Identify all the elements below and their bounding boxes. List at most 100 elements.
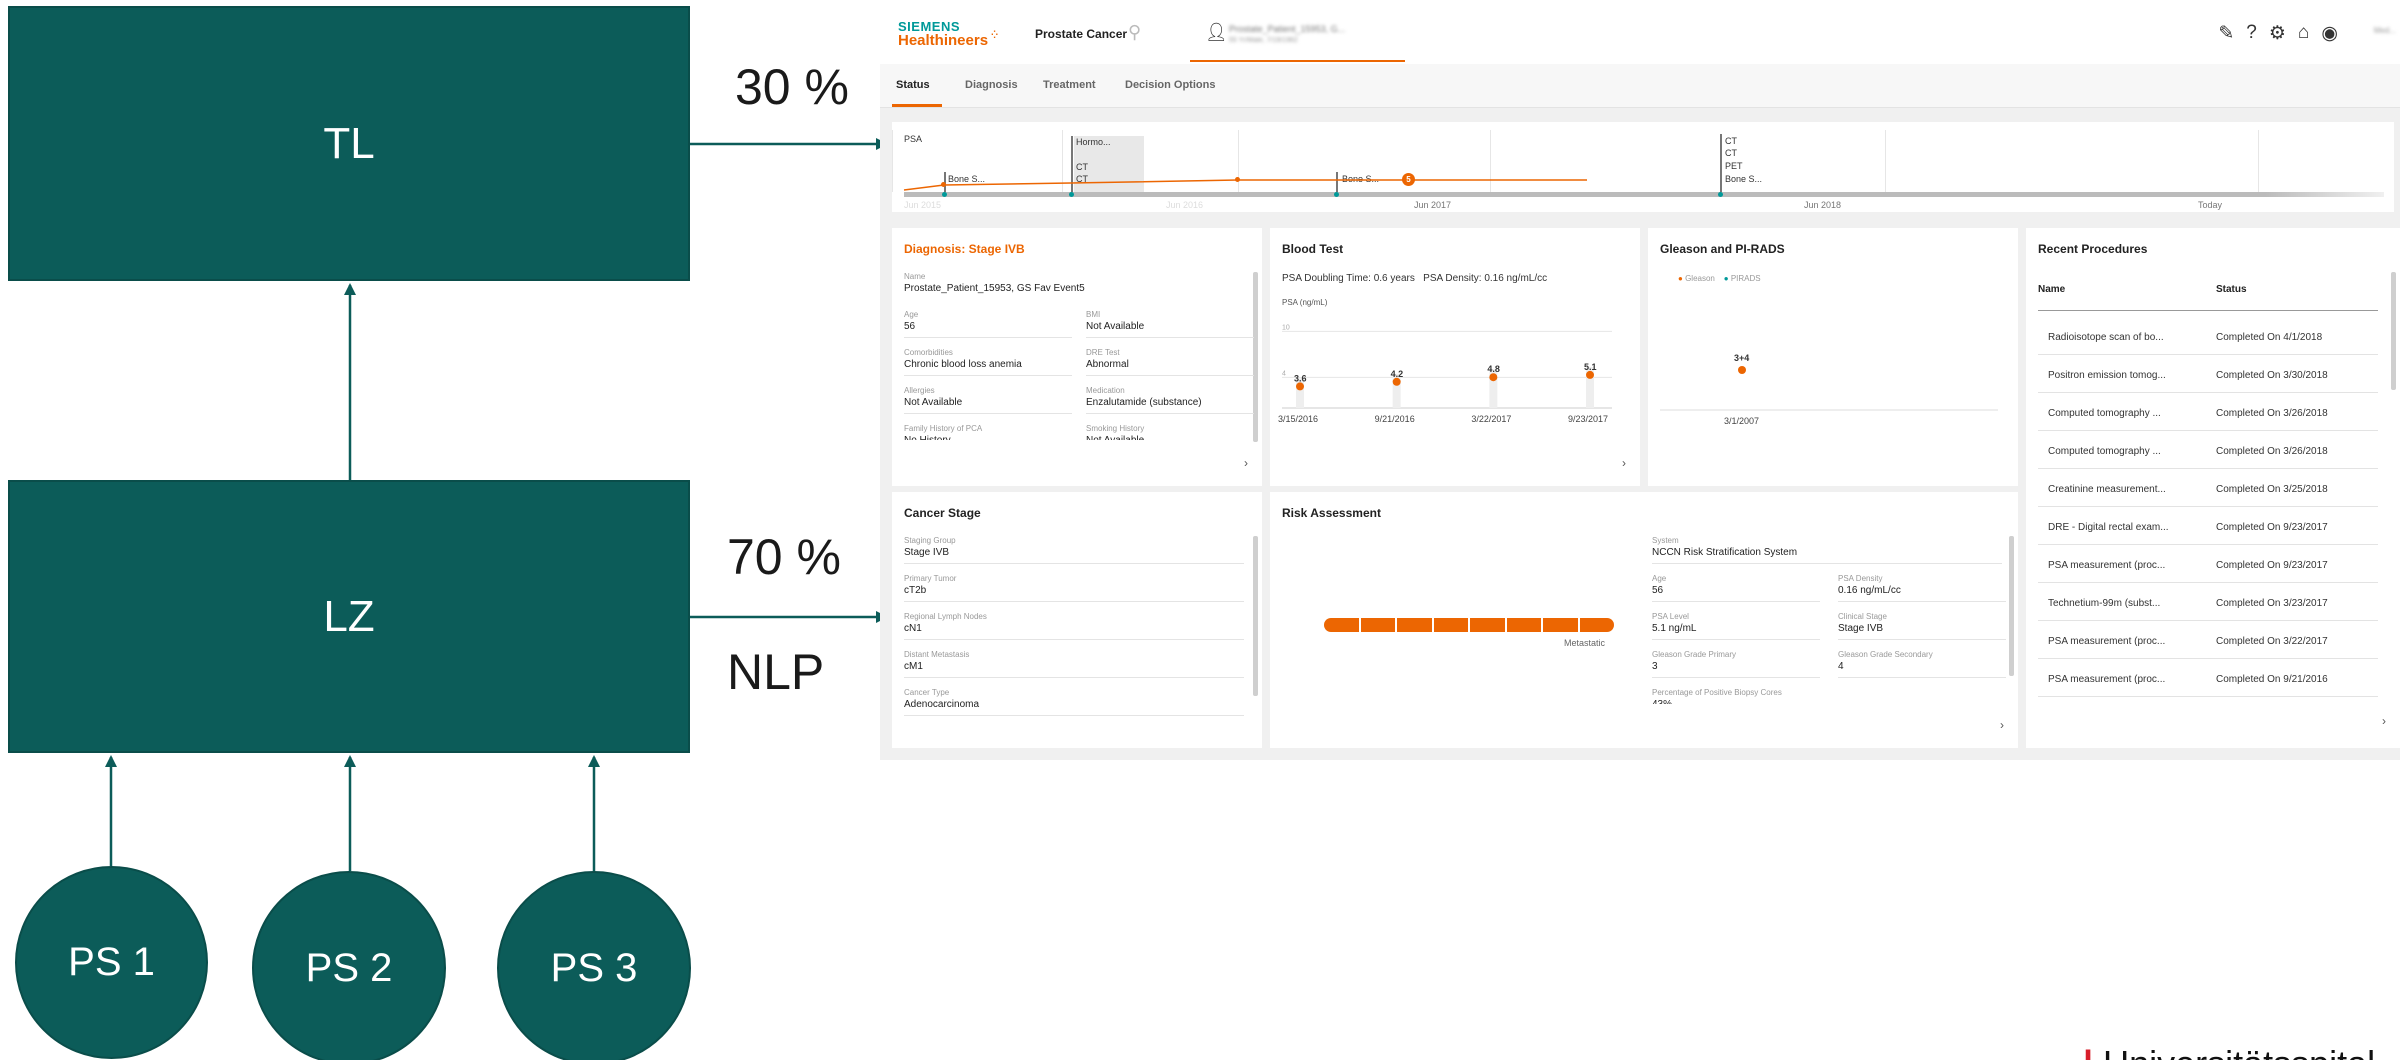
field-value: 3 (1652, 661, 1658, 672)
patient-timeline[interactable]: PSA Bone S... Hormo... CT CT Bone S... C… (892, 122, 2394, 212)
lz-box-label: LZ (323, 591, 375, 641)
top-bar: SIEMENS Healthineers ·:· Prostate Cancer… (880, 0, 2400, 64)
tab-status[interactable]: Status (896, 79, 930, 91)
risk-bar[interactable] (1324, 618, 1614, 632)
edit-icon[interactable]: ✎ (2218, 22, 2234, 45)
table-row[interactable]: PSA measurement (proc... Completed On 9/2… (2026, 552, 2400, 583)
patient-person-icon: 👤︎ (1205, 22, 1228, 42)
procedure-name: Technetium-99m (subst... (2048, 598, 2161, 609)
field-value: Stage IVB (904, 547, 950, 558)
user-avatar-icon[interactable]: ◉ (2321, 22, 2338, 45)
table-row[interactable]: PSA measurement (proc... Completed On 3/2… (2026, 628, 2400, 659)
tab-decision-options[interactable]: Decision Options (1125, 79, 1215, 91)
table-row[interactable]: PSA measurement (proc... Completed On 9/2… (2026, 666, 2400, 697)
field-label: Family History of PCA (904, 424, 983, 433)
active-tab-underline (892, 104, 942, 107)
field-label: Percentage of Positive Biopsy Cores (1652, 688, 1782, 697)
blood-test-more-chevron-icon[interactable]: › (1622, 456, 1626, 470)
field-divider (904, 601, 1244, 602)
risk-title: Risk Assessment (1282, 506, 1381, 520)
psa-count-badge[interactable]: 5 (1402, 173, 1415, 186)
psa-point[interactable] (941, 182, 946, 187)
field-label: Age (1652, 574, 1667, 583)
field: Allergies Not Available (904, 386, 1072, 414)
field-value: Enzalutamide (substance) (1086, 397, 1202, 408)
psa-point[interactable] (1235, 177, 1240, 182)
field-label: Distant Metastasis (904, 650, 970, 659)
field-value: NCCN Risk Stratification System (1652, 547, 1798, 558)
field-label: Regional Lymph Nodes (904, 612, 987, 621)
table-row[interactable]: Creatinine measurement... Completed On 3/… (2026, 476, 2400, 507)
risk-bar-segment (1433, 618, 1468, 632)
scrollbar[interactable] (2009, 536, 2014, 676)
app-name: Prostate Cancer (1035, 27, 1128, 41)
home-icon[interactable]: ⌂ (2298, 22, 2309, 45)
field-divider (1086, 375, 1254, 376)
procedure-status: Completed On 3/23/2017 (2216, 598, 2328, 609)
usz-mark-icon: ⸜ | (2055, 1043, 2093, 1060)
procedures-more-chevron-icon[interactable]: › (2382, 714, 2386, 728)
diagnosis-more-chevron-icon[interactable]: › (1244, 456, 1248, 470)
ps3-circle: PS 3 (497, 871, 691, 1060)
field-divider (1086, 413, 1254, 414)
settings-gear-icon[interactable]: ⚙ (2269, 22, 2286, 45)
field: Age 56 (1652, 574, 1820, 602)
tab-bar: Status Diagnosis Treatment Decision Opti… (880, 64, 2400, 108)
risk-more-chevron-icon[interactable]: › (2000, 718, 2004, 732)
procedures-header-status[interactable]: Status (2216, 284, 2247, 295)
tl-share-label: 30 % (735, 59, 849, 115)
field: Smoking History Not Available (1086, 424, 1254, 440)
field-divider (904, 375, 1072, 376)
cancer-stage-title: Cancer Stage (904, 506, 981, 520)
patient-name[interactable]: Prostate_Patient_15953, G... (1229, 24, 1345, 34)
procedure-name: PSA measurement (proc... (2048, 636, 2166, 647)
blood-test-summary: PSA Doubling Time: 0.6 years PSA Density… (1282, 273, 1548, 284)
logo-line2: Healthineers (898, 32, 989, 49)
procedures-header-name[interactable]: Name (2038, 284, 2065, 295)
data-label: 4.8 (1487, 364, 1500, 374)
table-row[interactable]: Computed tomography ... Completed On 3/26… (2026, 400, 2400, 431)
procedures-header-divider (2038, 310, 2378, 311)
data-label: 4.2 (1391, 369, 1404, 379)
row-divider (2038, 506, 2378, 507)
data-point (1296, 382, 1304, 391)
field-value: Not Available (1086, 435, 1254, 440)
gleason-chart[interactable]: 3+4 3/1/2007 (1648, 308, 2018, 448)
usz-logo-text: Universitätsspital (2103, 1043, 2375, 1060)
table-row[interactable]: Radioisotope scan of bo... Completed On 4… (2026, 324, 2400, 355)
help-icon[interactable]: ? (2246, 22, 2257, 45)
field-label: Age (904, 310, 919, 319)
tab-treatment[interactable]: Treatment (1043, 79, 1096, 91)
ps2-label: PS 2 (305, 945, 393, 990)
field-divider (904, 639, 1244, 640)
field-divider (904, 413, 1072, 414)
field-divider (1652, 639, 1820, 640)
field: Age 56 (904, 310, 1072, 338)
row-divider (2038, 620, 2378, 621)
gleason-legend-icon: ● (1678, 274, 1683, 283)
pirads-legend-icon: ● (1723, 274, 1729, 283)
patient-search-icon[interactable]: ⚲ (1128, 22, 1141, 43)
risk-bar-segment (1324, 618, 1359, 632)
field-divider (1652, 601, 1820, 602)
table-row[interactable]: Technetium-99m (subst... Completed On 3/2… (2026, 590, 2400, 621)
field-divider (1652, 563, 2002, 564)
risk-bar-segment (1543, 618, 1578, 632)
blood-test-chart[interactable]: 10 4 3.6 3/15/2016 4.2 9/21/2016 4.8 3/22/2017 5… (1270, 308, 1640, 448)
risk-bar-segment (1360, 618, 1395, 632)
field-label: Allergies (904, 386, 935, 395)
table-row[interactable]: Computed tomography ... Completed On 3/26… (2026, 438, 2400, 469)
table-row[interactable]: DRE - Digital rectal exam... Completed On… (2026, 514, 2400, 545)
field-value: Abnormal (1086, 359, 1129, 370)
user-name[interactable]: Med... (2374, 26, 2396, 35)
table-row[interactable]: Positron emission tomog... Completed On 3… (2026, 362, 2400, 393)
field-divider (904, 563, 1244, 564)
field: PSA Density 0.16 ng/mL/cc (1838, 574, 2006, 602)
field-divider (1838, 677, 2006, 678)
scrollbar[interactable] (1253, 536, 1258, 696)
tab-diagnosis[interactable]: Diagnosis (965, 79, 1018, 91)
blood-test-ylabel: PSA (ng/mL) (1282, 298, 1328, 307)
field-divider (1652, 677, 1820, 678)
procedure-status: Completed On 3/26/2018 (2216, 446, 2328, 457)
scrollbar[interactable] (2391, 272, 2396, 390)
